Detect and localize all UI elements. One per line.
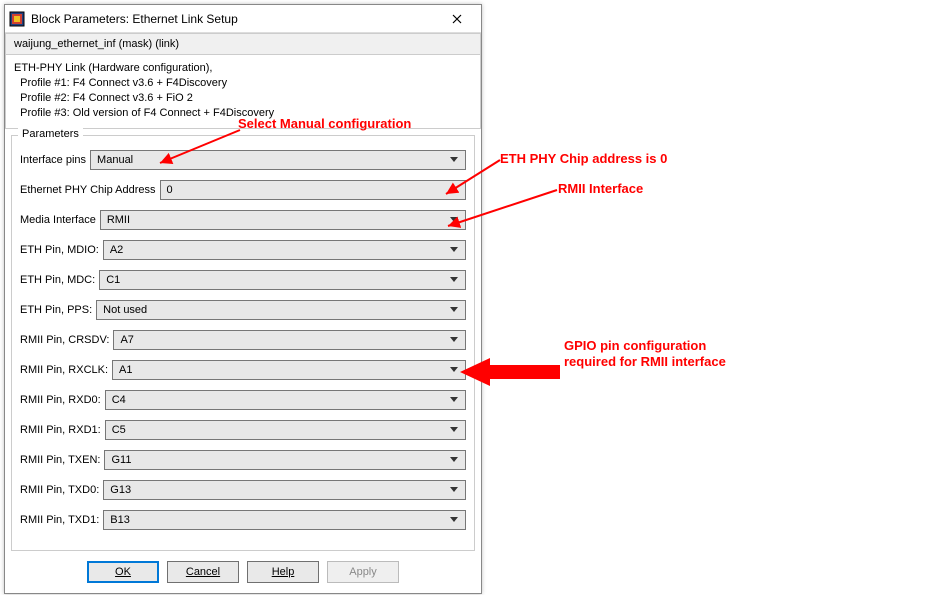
ok-button[interactable]: OK <box>87 561 159 583</box>
row-crsdv: RMII Pin, CRSDV: A7 <box>20 330 466 350</box>
row-pps: ETH Pin, PPS: Not used <box>20 300 466 320</box>
label-phy-addr: Ethernet PHY Chip Address <box>20 184 156 196</box>
row-txen: RMII Pin, TXEN: G11 <box>20 450 466 470</box>
button-label: Help <box>272 566 295 578</box>
dropdown-value: G13 <box>110 484 447 496</box>
label-txen: RMII Pin, TXEN: <box>20 454 100 466</box>
cancel-button[interactable]: Cancel <box>167 561 239 583</box>
chevron-down-icon <box>447 153 461 167</box>
dropdown-pps[interactable]: Not used <box>96 300 466 320</box>
desc-line: Profile #1: F4 Connect v3.6 + F4Discover… <box>14 76 472 91</box>
button-bar: OK Cancel Help Apply <box>5 555 481 593</box>
label-interface-pins: Interface pins <box>20 154 86 166</box>
dropdown-value: A7 <box>120 334 447 346</box>
dropdown-mdc[interactable]: C1 <box>99 270 466 290</box>
chevron-down-icon <box>447 243 461 257</box>
dropdown-crsdv[interactable]: A7 <box>113 330 466 350</box>
dropdown-value: A2 <box>110 244 447 256</box>
dropdown-value: B13 <box>110 514 447 526</box>
label-pps: ETH Pin, PPS: <box>20 304 92 316</box>
app-icon <box>9 11 25 27</box>
label-crsdv: RMII Pin, CRSDV: <box>20 334 109 346</box>
close-button[interactable] <box>437 7 477 31</box>
dropdown-value: Not used <box>103 304 447 316</box>
label-txd0: RMII Pin, TXD0: <box>20 484 99 496</box>
chevron-down-icon <box>447 213 461 227</box>
row-mdc: ETH Pin, MDC: C1 <box>20 270 466 290</box>
chevron-down-icon <box>447 333 461 347</box>
description-block: ETH-PHY Link (Hardware configuration), P… <box>5 55 481 129</box>
dropdown-value: RMII <box>107 214 447 226</box>
label-media-interface: Media Interface <box>20 214 96 226</box>
dropdown-txd1[interactable]: B13 <box>103 510 466 530</box>
chevron-down-icon <box>447 483 461 497</box>
mask-line: waijung_ethernet_inf (mask) (link) <box>5 33 481 55</box>
row-rxd0: RMII Pin, RXD0: C4 <box>20 390 466 410</box>
chevron-down-icon <box>447 303 461 317</box>
label-mdio: ETH Pin, MDIO: <box>20 244 99 256</box>
button-label: Apply <box>349 566 377 578</box>
label-rxd1: RMII Pin, RXD1: <box>20 424 101 436</box>
dropdown-value: A1 <box>119 364 447 376</box>
chevron-down-icon <box>447 393 461 407</box>
annotation-gpio-line1: GPIO pin configuration <box>564 338 706 353</box>
label-txd1: RMII Pin, TXD1: <box>20 514 99 526</box>
close-icon <box>452 11 462 27</box>
titlebar: Block Parameters: Ethernet Link Setup <box>5 5 481 33</box>
annotation-rmii: RMII Interface <box>558 181 643 196</box>
dropdown-value: C1 <box>106 274 447 286</box>
row-rxclk: RMII Pin, RXCLK: A1 <box>20 360 466 380</box>
dropdown-value: C4 <box>112 394 447 406</box>
dropdown-value: C5 <box>112 424 447 436</box>
chevron-down-icon <box>447 183 461 197</box>
block-parameters-dialog: Block Parameters: Ethernet Link Setup wa… <box>4 4 482 594</box>
desc-line: Profile #2: F4 Connect v3.6 + FiO 2 <box>14 91 472 106</box>
label-rxclk: RMII Pin, RXCLK: <box>20 364 108 376</box>
row-txd0: RMII Pin, TXD0: G13 <box>20 480 466 500</box>
dropdown-media-interface[interactable]: RMII <box>100 210 466 230</box>
desc-line: Profile #3: Old version of F4 Connect + … <box>14 106 472 121</box>
row-phy-addr: Ethernet PHY Chip Address 0 <box>20 180 466 200</box>
dropdown-value: G11 <box>111 454 447 466</box>
desc-line: ETH-PHY Link (Hardware configuration), <box>14 61 472 76</box>
dropdown-rxd1[interactable]: C5 <box>105 420 466 440</box>
dropdown-phy-addr[interactable]: 0 <box>160 180 466 200</box>
dropdown-rxclk[interactable]: A1 <box>112 360 466 380</box>
row-interface-pins: Interface pins Manual <box>20 150 466 170</box>
dropdown-value: Manual <box>97 154 447 166</box>
button-label: OK <box>115 566 131 578</box>
dropdown-mdio[interactable]: A2 <box>103 240 466 260</box>
chevron-down-icon <box>447 273 461 287</box>
parameters-legend: Parameters <box>18 128 83 140</box>
row-txd1: RMII Pin, TXD1: B13 <box>20 510 466 530</box>
help-button[interactable]: Help <box>247 561 319 583</box>
dropdown-txen[interactable]: G11 <box>104 450 466 470</box>
dropdown-rxd0[interactable]: C4 <box>105 390 466 410</box>
chevron-down-icon <box>447 513 461 527</box>
chevron-down-icon <box>447 453 461 467</box>
row-media-interface: Media Interface RMII <box>20 210 466 230</box>
label-mdc: ETH Pin, MDC: <box>20 274 95 286</box>
chevron-down-icon <box>447 423 461 437</box>
chevron-down-icon <box>447 363 461 377</box>
window-title: Block Parameters: Ethernet Link Setup <box>31 12 437 26</box>
label-rxd0: RMII Pin, RXD0: <box>20 394 101 406</box>
row-mdio: ETH Pin, MDIO: A2 <box>20 240 466 260</box>
annotation-gpio-line2: required for RMII interface <box>564 354 726 369</box>
parameters-group: Parameters Interface pins Manual Etherne… <box>11 135 475 551</box>
dropdown-value: 0 <box>167 184 447 196</box>
dropdown-interface-pins[interactable]: Manual <box>90 150 466 170</box>
button-label: Cancel <box>186 566 220 578</box>
apply-button: Apply <box>327 561 399 583</box>
annotation-phy-addr: ETH PHY Chip address is 0 <box>500 151 667 166</box>
row-rxd1: RMII Pin, RXD1: C5 <box>20 420 466 440</box>
dropdown-txd0[interactable]: G13 <box>103 480 466 500</box>
